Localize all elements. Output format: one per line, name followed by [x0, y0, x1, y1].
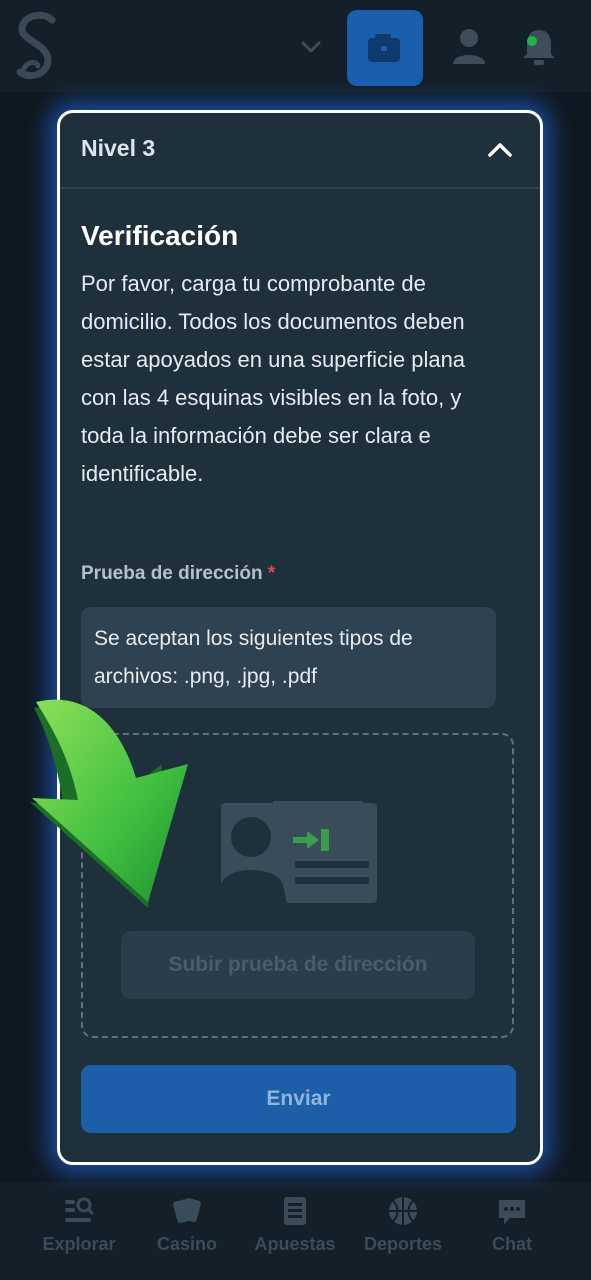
instructions-text: Por favor, carga tu comprobante de domic…: [81, 271, 466, 486]
wallet-button[interactable]: [347, 10, 423, 86]
betslip-icon: [284, 1197, 306, 1225]
top-bar: [0, 0, 591, 92]
basketball-icon: [389, 1197, 417, 1225]
nav-label: Apuestas: [254, 1234, 336, 1254]
search-list-icon: [65, 1197, 95, 1222]
cards-icon: [173, 1197, 201, 1224]
bottom-nav: Explorar Casino Apuestas Deportes Chat: [0, 1182, 591, 1280]
chevron-down-icon[interactable]: [298, 34, 324, 60]
nav-item-deportes[interactable]: Deportes: [348, 1194, 458, 1255]
wallet-icon: [368, 34, 400, 62]
panel-header[interactable]: Nivel 3: [60, 113, 540, 189]
field-label-text: Prueba de dirección: [81, 563, 263, 584]
nav-label: Deportes: [363, 1234, 443, 1254]
nav-label: Explorar: [42, 1234, 116, 1254]
brand-logo[interactable]: [14, 10, 60, 82]
pointer-arrow-icon: [30, 699, 188, 908]
nav-label: Chat: [492, 1234, 532, 1254]
chat-icon: [499, 1200, 525, 1224]
bell-icon[interactable]: [519, 26, 559, 68]
field-label: Prueba de dirección *: [81, 563, 275, 585]
verification-panel: Nivel 3 Verificación Por favor, carga tu…: [57, 110, 543, 1165]
upload-button[interactable]: Subir prueba de dirección: [121, 931, 475, 999]
id-card-icon: [221, 801, 377, 903]
submit-button[interactable]: Enviar: [81, 1065, 516, 1133]
notification-dot: [527, 36, 537, 46]
section-heading: Verificación: [81, 220, 239, 251]
nav-item-chat[interactable]: Chat: [457, 1194, 567, 1255]
required-asterisk: *: [267, 563, 276, 584]
nav-item-apuestas[interactable]: Apuestas: [240, 1194, 350, 1255]
nav-item-explorar[interactable]: Explorar: [24, 1194, 134, 1255]
nav-item-casino[interactable]: Casino: [132, 1194, 242, 1255]
user-icon[interactable]: [450, 26, 488, 66]
panel-title: Nivel 3: [81, 135, 156, 161]
chevron-up-icon[interactable]: [486, 137, 514, 163]
nav-label: Casino: [156, 1234, 217, 1254]
